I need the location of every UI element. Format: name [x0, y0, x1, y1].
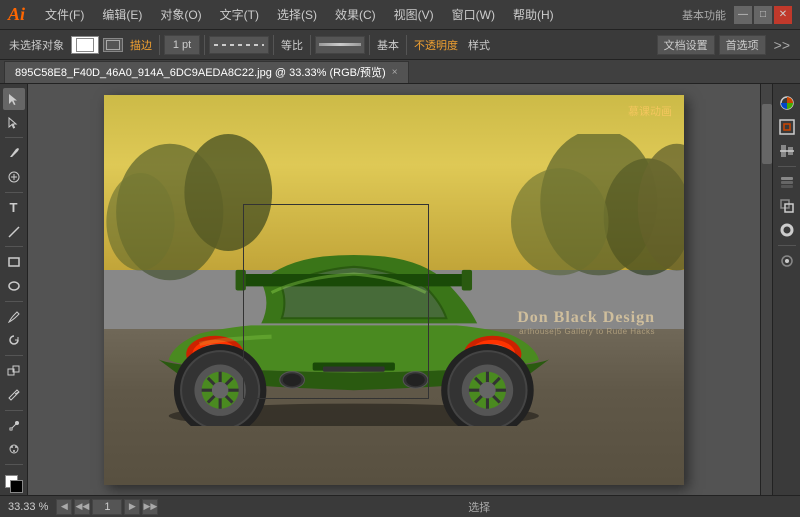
rotate-tool[interactable]: [3, 330, 25, 352]
vertical-scrollbar[interactable]: [760, 84, 772, 495]
appearance-panel-button[interactable]: [776, 250, 798, 272]
opacity-label: 不透明度: [411, 37, 461, 53]
ellipse-tool[interactable]: [3, 275, 25, 297]
stroke-panel-button[interactable]: [776, 219, 798, 241]
status-label: 选择: [166, 499, 792, 515]
symbol-sprayer-tool[interactable]: [3, 438, 25, 460]
blend-tool[interactable]: [3, 415, 25, 437]
design-credit-text: Don Black Design arthouse|5 Gallery to R…: [517, 309, 655, 336]
fill-color-swatch[interactable]: [71, 36, 99, 54]
document-tab[interactable]: 895C58E8_F40D_46A0_914A_6DC9AEDA8C22.jpg…: [4, 61, 409, 83]
canvas-and-scroll: 慕课动画 Don Black Design arthouse|5 Gallery…: [28, 84, 772, 495]
scale-tool[interactable]: [3, 360, 25, 382]
menu-type[interactable]: 文字(T): [212, 4, 267, 25]
pen-tool[interactable]: [3, 142, 25, 164]
right-panel: [772, 84, 800, 495]
workspace-label: 基本功能: [682, 7, 726, 23]
no-selection-label: 未选择对象: [6, 37, 67, 53]
watermark-text: 慕课动画: [628, 103, 672, 119]
color-swatches[interactable]: [3, 473, 25, 495]
variable-width-preview: [315, 36, 365, 54]
line-tool[interactable]: [3, 221, 25, 243]
status-bar: 33.33 % ◀ ◀◀ ▶ ▶▶ 选择: [0, 495, 800, 517]
align-panel-button[interactable]: [776, 140, 798, 162]
menu-object[interactable]: 对象(O): [152, 4, 209, 25]
prev-page-button[interactable]: ◀: [56, 499, 72, 515]
tool-separator-7: [5, 464, 23, 465]
maximize-button[interactable]: □: [754, 6, 772, 24]
paintbrush-tool[interactable]: [3, 306, 25, 328]
menu-view[interactable]: 视图(V): [386, 4, 442, 25]
style-label: 样式: [465, 37, 493, 53]
menu-window[interactable]: 窗口(W): [444, 4, 503, 25]
selection-tool[interactable]: [3, 88, 25, 110]
app-logo: Ai: [8, 4, 25, 25]
navigator-panel-button[interactable]: [776, 116, 798, 138]
stroke-label: 描边: [127, 37, 155, 53]
panel-separator-2: [778, 245, 796, 246]
last-page-button[interactable]: ▶▶: [142, 499, 158, 515]
menubar: 文件(F) 编辑(E) 对象(O) 文字(T) 选择(S) 效果(C) 视图(V…: [37, 4, 682, 25]
stroke-style-preview: [209, 36, 269, 54]
type-tool[interactable]: T: [3, 197, 25, 219]
tab-bar: 895C58E8_F40D_46A0_914A_6DC9AEDA8C22.jpg…: [0, 60, 800, 84]
stroke-weight-input[interactable]: [164, 35, 200, 55]
toolbar-expand-icon[interactable]: >>: [770, 37, 794, 53]
add-anchor-tool[interactable]: [3, 166, 25, 188]
rectangle-tool[interactable]: [3, 251, 25, 273]
page-number-input[interactable]: [92, 499, 122, 515]
panel-separator: [778, 166, 796, 167]
transform-panel-button[interactable]: [776, 195, 798, 217]
layers-panel-button[interactable]: [776, 171, 798, 193]
equal-label: 等比: [278, 37, 306, 53]
tool-separator-6: [5, 410, 23, 411]
next-page-button[interactable]: ▶: [124, 499, 140, 515]
tool-separator-2: [5, 192, 23, 193]
tool-separator-3: [5, 246, 23, 247]
preferences-button[interactable]: 首选项: [719, 35, 766, 55]
zoom-level: 33.33 %: [8, 501, 48, 513]
title-bar: Ai 文件(F) 编辑(E) 对象(O) 文字(T) 选择(S) 效果(C) 视…: [0, 0, 800, 30]
artboard: 慕课动画 Don Black Design arthouse|5 Gallery…: [104, 95, 684, 485]
canvas-area[interactable]: 慕课动画 Don Black Design arthouse|5 Gallery…: [28, 84, 760, 495]
window-controls: — □ ✕: [734, 6, 792, 24]
tool-separator-4: [5, 301, 23, 302]
menu-effect[interactable]: 效果(C): [327, 4, 384, 25]
scrollbar-thumb[interactable]: [762, 104, 772, 164]
left-toolbox: T: [0, 84, 28, 495]
doc-settings-button[interactable]: 文档设置: [657, 35, 715, 55]
direct-selection-tool[interactable]: [3, 112, 25, 134]
minimize-button[interactable]: —: [734, 6, 752, 24]
main-area: T: [0, 84, 800, 495]
menu-edit[interactable]: 编辑(E): [94, 4, 150, 25]
first-page-button[interactable]: ◀◀: [74, 499, 90, 515]
color-panel-button[interactable]: [776, 92, 798, 114]
close-button[interactable]: ✕: [774, 6, 792, 24]
toolbar: 未选择对象 描边 等比 基本 不透明度 样式 文档设置 首选项 >>: [0, 30, 800, 60]
menu-help[interactable]: 帮助(H): [505, 4, 562, 25]
eyedropper-tool[interactable]: [3, 384, 25, 406]
right-tools: [776, 88, 798, 276]
menu-file[interactable]: 文件(F): [37, 4, 92, 25]
tool-separator: [5, 137, 23, 138]
menu-select[interactable]: 选择(S): [269, 4, 325, 25]
basic-label: 基本: [374, 37, 402, 53]
canvas-container: 慕课动画 Don Black Design arthouse|5 Gallery…: [38, 94, 750, 485]
tab-close-button[interactable]: ×: [392, 67, 398, 78]
tool-separator-5: [5, 355, 23, 356]
page-navigation: ◀ ◀◀ ▶ ▶▶: [56, 499, 158, 515]
tab-filename: 895C58E8_F40D_46A0_914A_6DC9AEDA8C22.jpg…: [15, 64, 386, 80]
